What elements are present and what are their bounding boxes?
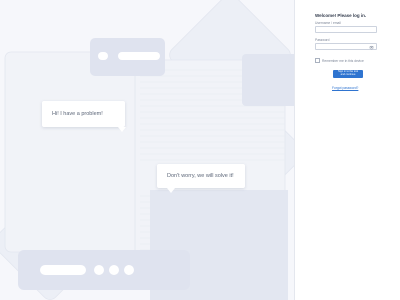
login-title: Welcome! Please log in. [315, 13, 367, 18]
remember-checkbox[interactable] [315, 58, 320, 63]
login-panel: Welcome! Please log in. Username / email… [295, 0, 400, 300]
username-label: Username / email [315, 21, 341, 25]
remember-label: Remember me in this device [322, 58, 364, 63]
forgot-password-link[interactable]: Forgot password? [332, 86, 358, 90]
password-label: Password [315, 38, 330, 42]
bubble-tail [118, 127, 126, 132]
illustration-panel: Hi! I have a problem! Don't worry, we wi… [0, 0, 294, 300]
sign-in-button[interactable]: Sign in to the tool and continue [333, 70, 363, 78]
username-field[interactable] [315, 26, 377, 33]
bubble-advice-text: Don't worry, we will solve it! [167, 173, 234, 179]
remember-me[interactable]: Remember me in this device [315, 58, 364, 63]
sign-in-label-line2: and continue [340, 73, 356, 76]
eye-icon[interactable]: 👁 [369, 45, 374, 50]
password-field[interactable] [315, 43, 377, 50]
speech-bubble-advice: Don't worry, we will solve it! [157, 164, 245, 193]
background-illustration [0, 0, 294, 300]
speech-bubble-problem: Hi! I have a problem! [42, 101, 126, 132]
bubble-tail [167, 188, 175, 193]
bubble-problem-text: Hi! I have a problem! [52, 111, 103, 117]
